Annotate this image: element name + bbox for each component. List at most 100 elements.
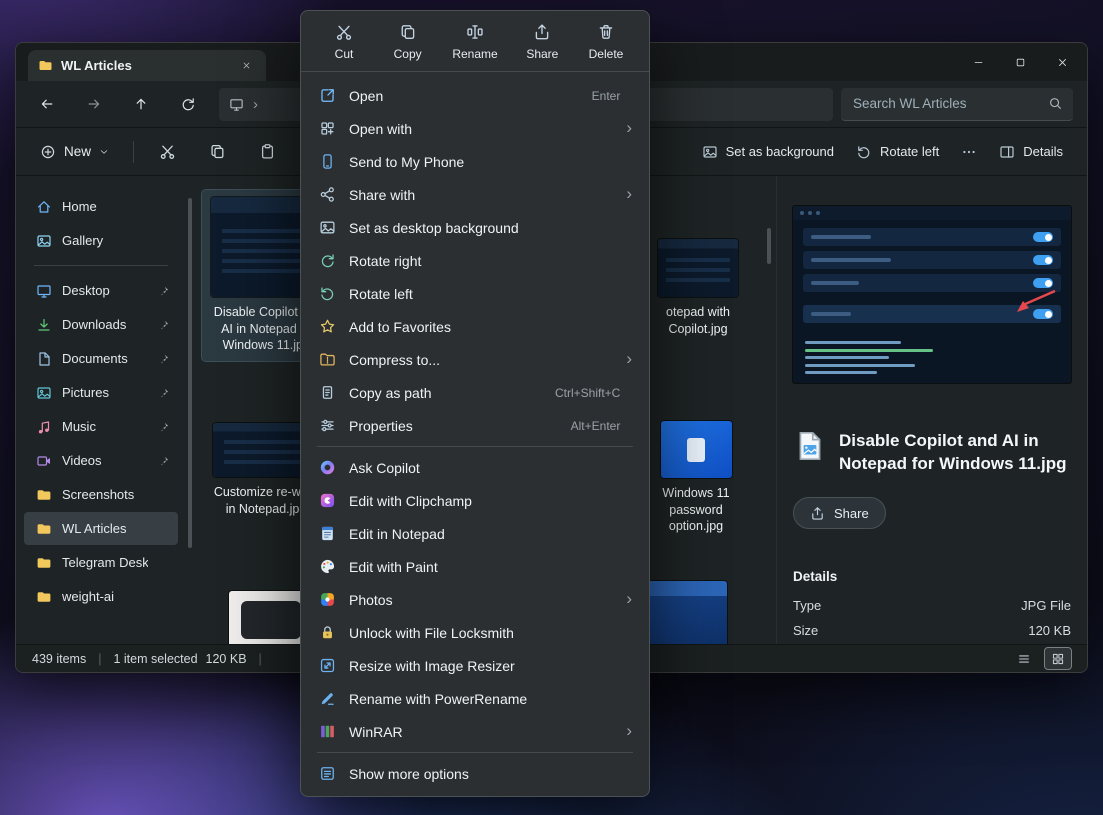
quick-delete[interactable]: Delete [583, 21, 629, 63]
chevron-right-icon: › [626, 590, 632, 607]
menu-item-share-with[interactable]: Share with › [307, 178, 643, 211]
menu-item-unlock-with-file-locksmith[interactable]: Unlock with File Locksmith › [307, 616, 643, 649]
sidebar-item-documents[interactable]: Documents [24, 342, 178, 375]
menu-item-properties[interactable]: Properties Alt+Enter › [307, 409, 643, 442]
details-heading: Details [793, 569, 1071, 584]
toolbar-cut[interactable] [148, 135, 186, 169]
file-thumbnail [658, 239, 738, 297]
powerrename-icon [318, 690, 336, 708]
share-label: Share [834, 506, 869, 521]
sidebar-item-home[interactable]: Home [24, 190, 178, 223]
menu-item-rotate-left[interactable]: Rotate left › [307, 277, 643, 310]
nav-up[interactable] [124, 88, 158, 120]
copilot-icon [318, 459, 336, 477]
preview-file-header: Disable Copilot and AI in Notepad for Wi… [793, 429, 1071, 475]
share-button[interactable]: Share [793, 497, 886, 529]
chevron-down-icon [99, 147, 109, 157]
quick-rename[interactable]: Rename [448, 21, 501, 63]
more-options-icon [318, 765, 336, 783]
quick-cut[interactable]: Cut [321, 21, 367, 63]
menu-item-copy-as-path[interactable]: Copy as path Ctrl+Shift+C › [307, 376, 643, 409]
command-ellipsis[interactable] [951, 137, 987, 167]
quick-share[interactable]: Share [519, 21, 565, 63]
sidebar-item-telegram-desktop[interactable]: Telegram Desktop [24, 546, 178, 579]
videos-icon [36, 453, 52, 469]
paste-icon [259, 143, 276, 160]
sidebar-item-screenshots[interactable]: Screenshots [24, 478, 178, 511]
properties-icon [318, 417, 336, 435]
menu-item-edit-with-paint[interactable]: Edit with Paint › [307, 550, 643, 583]
copy-path-icon [318, 384, 336, 402]
quick-copy[interactable]: Copy [385, 21, 431, 63]
menu-item-compress-to[interactable]: Compress to... › [307, 343, 643, 376]
tab-close-button[interactable] [236, 56, 256, 76]
menu-item-show-more-options[interactable]: Show more options › [307, 757, 643, 790]
menu-item-open[interactable]: Open Enter › [307, 79, 643, 112]
up-icon [133, 96, 149, 112]
sidebar-item-music[interactable]: Music [24, 410, 178, 443]
menu-item-add-to-favorites[interactable]: Add to Favorites › [307, 310, 643, 343]
sidebar-item-pictures[interactable]: Pictures [24, 376, 178, 409]
list-view-button[interactable] [1011, 648, 1037, 669]
context-menu: Cut Copy Rename Share Delete Open Enter … [300, 10, 650, 797]
documents-icon [36, 351, 52, 367]
share-icon [533, 23, 551, 41]
grid-view-button[interactable] [1045, 648, 1071, 669]
divider [317, 446, 633, 447]
pictures-icon [36, 385, 52, 401]
close-button[interactable] [1041, 47, 1083, 77]
menu-item-edit-in-notepad[interactable]: Edit in Notepad › [307, 517, 643, 550]
search-input[interactable] [853, 96, 1048, 111]
file-area-scrollbar[interactable] [767, 228, 771, 264]
menu-item-rename-with-powerrename[interactable]: Rename with PowerRename › [307, 682, 643, 715]
compress-icon [318, 351, 336, 369]
sidebar-item-gallery[interactable]: Gallery [24, 224, 178, 257]
phone-icon [318, 153, 336, 171]
sidebar-item-weight-ai[interactable]: weight-ai [24, 580, 178, 613]
minimize-button[interactable] [957, 47, 999, 77]
explorer-tab[interactable]: WL Articles [28, 50, 266, 81]
folder-icon [36, 521, 52, 537]
menu-item-winrar[interactable]: WinRAR › [307, 715, 643, 748]
wallpaper-icon [702, 144, 718, 160]
paint-icon [318, 558, 336, 576]
share-with-icon [318, 186, 336, 204]
file-item-windows-11-password-option-jpg[interactable]: Windows 11 password option.jpg [646, 414, 746, 542]
menu-item-open-with[interactable]: Open with › [307, 112, 643, 145]
maximize-button[interactable] [999, 47, 1041, 77]
menu-item-photos[interactable]: Photos › [307, 583, 643, 616]
menu-item-rotate-right[interactable]: Rotate right › [307, 244, 643, 277]
preview-filename: Disable Copilot and AI in Notepad for Wi… [839, 429, 1071, 475]
toolbar-paste[interactable] [248, 135, 286, 169]
cut-icon [335, 23, 353, 41]
new-label: New [64, 144, 91, 159]
nav-back[interactable] [30, 88, 64, 120]
preview-image-text-lines [805, 341, 933, 374]
divider [34, 265, 168, 266]
sidebar-item-downloads[interactable]: Downloads [24, 308, 178, 341]
command-rotate-left[interactable]: Rotate left [846, 137, 949, 167]
favorites-icon [318, 318, 336, 336]
menu-item-edit-with-clipchamp[interactable]: Edit with Clipchamp › [307, 484, 643, 517]
new-button[interactable]: New [30, 138, 119, 166]
menu-item-set-as-desktop-background[interactable]: Set as desktop background › [307, 211, 643, 244]
search-box[interactable] [841, 88, 1073, 121]
menu-item-resize-with-image-resizer[interactable]: Resize with Image Resizer › [307, 649, 643, 682]
nav-refresh[interactable] [171, 88, 205, 120]
open-icon [318, 87, 336, 105]
details-properties: Type JPG File Size 120 KB [793, 598, 1071, 638]
command-details[interactable]: Details [989, 137, 1073, 167]
copy-icon [399, 23, 417, 41]
toolbar-copy[interactable] [198, 135, 236, 169]
menu-item-send-to-my-phone[interactable]: Send to My Phone › [307, 145, 643, 178]
sidebar-item-desktop[interactable]: Desktop [24, 274, 178, 307]
chevron-right-icon: › [626, 119, 632, 136]
file-item-otepad-with-copilot-jpg[interactable]: otepad with Copilot.jpg [646, 232, 750, 344]
desktop-wallpaper: WL Articles › [0, 0, 1103, 815]
sidebar-item-videos[interactable]: Videos [24, 444, 178, 477]
sidebar-item-wl-articles[interactable]: WL Articles [24, 512, 178, 545]
nav-forward[interactable] [77, 88, 111, 120]
command-set-as-background[interactable]: Set as background [692, 137, 844, 167]
menu-item-ask-copilot[interactable]: Ask Copilot › [307, 451, 643, 484]
ellipsis-icon [961, 144, 977, 160]
